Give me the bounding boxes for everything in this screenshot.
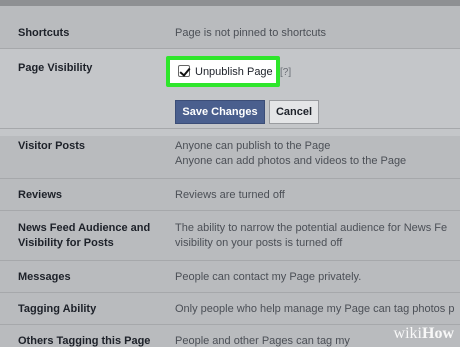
row-value-tagging-ability: Only people who help manage my Page can … — [175, 303, 455, 315]
row-value-others-tagging: People and other Pages can tag my — [175, 335, 350, 347]
unpublish-option-highlight: Unpublish Page — [166, 56, 280, 87]
row-value-news-feed-2: visibility on your posts is turned off — [175, 237, 343, 249]
row-label-visitor-posts: Visitor Posts — [18, 140, 86, 152]
row-value-messages: People can contact my Page privately. — [175, 271, 362, 283]
settings-row-news-feed[interactable]: News Feed Audience and Visibility for Po… — [0, 210, 460, 260]
row-value-shortcuts: Page is not pinned to shortcuts — [175, 27, 327, 39]
settings-row-reviews[interactable]: Reviews Reviews are turned off — [0, 178, 460, 210]
help-link[interactable]: [?] — [280, 67, 291, 78]
settings-row-visitor-posts[interactable]: Visitor Posts Anyone can publish to the … — [0, 128, 460, 178]
row-label-others-tagging: Others Tagging this Page — [18, 335, 151, 347]
row-label-news-feed-1: News Feed Audience and — [18, 222, 151, 234]
row-label-shortcuts: Shortcuts — [18, 27, 70, 39]
unpublish-checkbox[interactable] — [178, 65, 190, 77]
page-settings-panel: Shortcuts Page is not pinned to shortcut… — [0, 6, 460, 347]
row-label-messages: Messages — [18, 271, 71, 283]
settings-row-others-tagging[interactable]: Others Tagging this Page People and othe… — [0, 324, 460, 347]
row-value-visitor-posts-1: Anyone can publish to the Page — [175, 140, 331, 152]
wikihow-watermark: wikiHow — [394, 325, 454, 343]
watermark-wiki: wiki — [393, 325, 422, 342]
settings-row-shortcuts[interactable]: Shortcuts Page is not pinned to shortcut… — [0, 16, 460, 48]
settings-row-tagging-ability[interactable]: Tagging Ability Only people who help man… — [0, 292, 460, 324]
row-value-visitor-posts-2: Anyone can add photos and videos to the … — [175, 155, 407, 167]
row-label-reviews: Reviews — [18, 189, 63, 201]
row-value-news-feed-1: The ability to narrow the potential audi… — [175, 222, 448, 234]
cancel-button[interactable]: Cancel — [269, 100, 319, 124]
save-changes-button[interactable]: Save Changes — [175, 100, 265, 124]
settings-row-messages[interactable]: Messages People can contact my Page priv… — [0, 260, 460, 292]
row-label-page-visibility: Page Visibility — [18, 62, 93, 74]
unpublish-checkbox-label[interactable]: Unpublish Page — [195, 65, 273, 79]
row-label-news-feed-2: Visibility for Posts — [18, 237, 114, 249]
watermark-how: How — [422, 325, 454, 342]
row-value-reviews: Reviews are turned off — [175, 189, 285, 201]
row-label-tagging-ability: Tagging Ability — [18, 303, 97, 315]
